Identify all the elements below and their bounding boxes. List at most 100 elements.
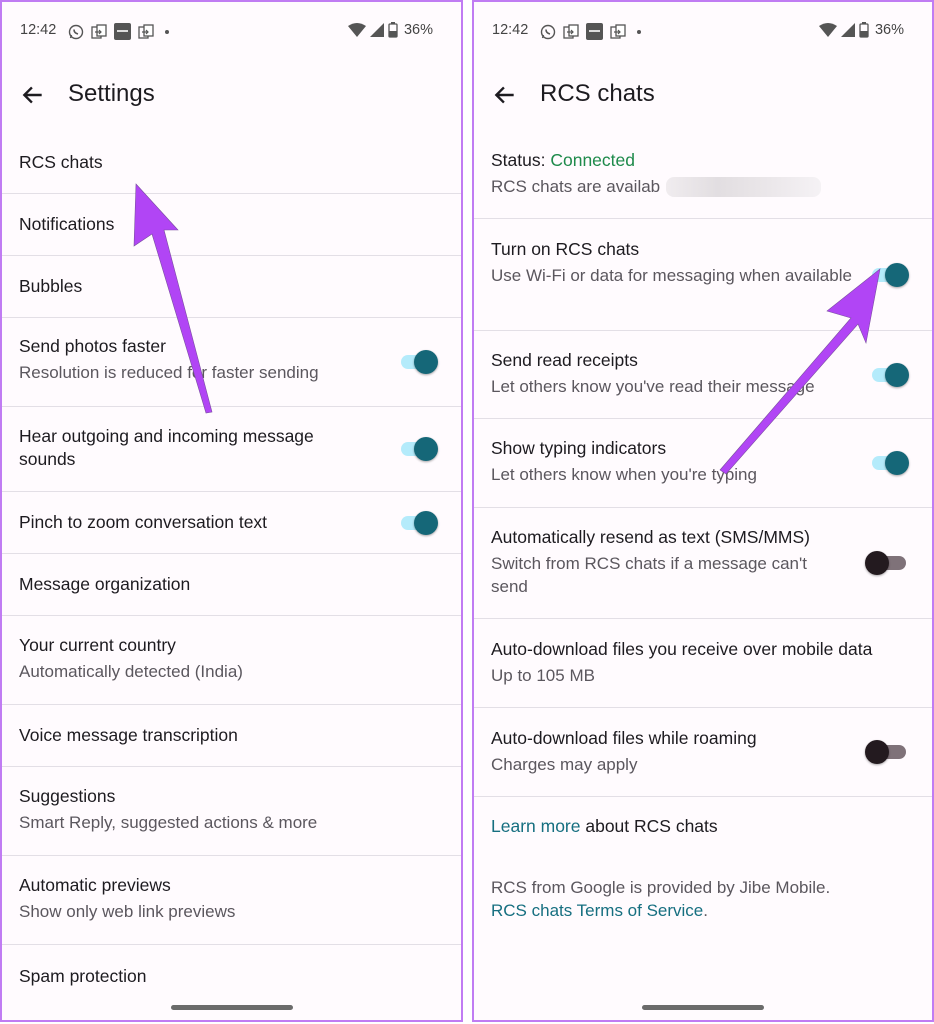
item-title: Notifications — [19, 214, 115, 234]
settings-list: RCS chats Notifications Bubbles Send pho… — [2, 132, 461, 1007]
item-subtitle: Smart Reply, suggested actions & more — [19, 813, 318, 832]
auto-resend-toggle[interactable] — [865, 551, 906, 575]
app-bar: Settings — [2, 72, 461, 118]
item-title: Automatically resend as text (SMS/MMS) — [491, 527, 810, 547]
paytm-icon — [586, 23, 603, 40]
rcs-item-auto-resend[interactable]: Automatically resend as text (SMS/MMS) S… — [474, 508, 932, 619]
page-title: RCS chats — [540, 80, 655, 107]
message-sounds-toggle[interactable] — [401, 437, 439, 461]
battery-percent: 36% — [403, 22, 433, 38]
rcs-item-auto-download-mobile[interactable]: Auto-download files you receive over mob… — [474, 619, 932, 708]
item-subtitle: Show only web link previews — [19, 902, 236, 921]
item-title: Show typing indicators — [491, 438, 667, 458]
back-arrow-icon[interactable] — [492, 82, 518, 108]
redacted-blur — [666, 177, 821, 197]
item-title: Your current country — [19, 635, 176, 655]
item-title: RCS chats — [19, 152, 103, 172]
cellular-signal-icon — [369, 23, 384, 37]
rcs-item-auto-download-roaming[interactable]: Auto-download files while roaming Charge… — [474, 708, 932, 797]
settings-item-current-country[interactable]: Your current country Automatically detec… — [2, 616, 461, 705]
paytm-icon — [114, 23, 131, 40]
whatsapp-icon — [540, 24, 556, 39]
footer-suffix: . — [703, 901, 708, 920]
item-title: Bubbles — [19, 276, 83, 296]
item-subtitle: Resolution is reduced for faster sending — [19, 363, 319, 382]
settings-item-rcs-chats[interactable]: RCS chats — [2, 132, 461, 194]
terms-of-service-link[interactable]: RCS chats Terms of Service — [491, 901, 703, 920]
app-bar: RCS chats — [474, 72, 932, 118]
dot-icon — [165, 29, 169, 34]
screen-mirror-icon — [138, 23, 154, 39]
settings-item-bubbles[interactable]: Bubbles — [2, 256, 461, 318]
rcs-settings-list: Status: Connected RCS chats are availab … — [474, 132, 932, 922]
settings-item-message-sounds[interactable]: Hear outgoing and incoming message sound… — [2, 407, 461, 492]
gesture-nav-handle[interactable] — [170, 1005, 293, 1010]
learn-more-link[interactable]: Learn more — [491, 816, 581, 836]
item-title: Message organization — [19, 574, 191, 594]
settings-item-send-photos-faster[interactable]: Send photos faster Resolution is reduced… — [2, 318, 461, 407]
learn-more-text: about RCS chats — [580, 816, 718, 836]
item-subtitle: Automatically detected (India) — [19, 662, 243, 681]
settings-item-suggestions[interactable]: Suggestions Smart Reply, suggested actio… — [2, 767, 461, 856]
settings-item-notifications[interactable]: Notifications — [2, 194, 461, 256]
status-value: Connected — [550, 150, 635, 170]
item-title: Voice message transcription — [19, 725, 238, 745]
rcs-status: Status: Connected RCS chats are availab — [474, 132, 932, 219]
gesture-nav-handle[interactable] — [642, 1005, 764, 1010]
status-bar: 12:42 36% — [474, 18, 932, 44]
item-title: Auto-download files you receive over mob… — [491, 639, 873, 659]
whatsapp-icon — [68, 24, 84, 39]
item-subtitle: Use Wi-Fi or data for messaging when ava… — [491, 266, 852, 285]
item-title: Turn on RCS chats — [491, 239, 640, 259]
item-title: Send photos faster — [19, 336, 166, 356]
status-subtitle: RCS chats are availab — [491, 177, 661, 196]
footer-text: RCS from Google is provided by Jibe Mobi… — [491, 878, 831, 897]
settings-item-message-organization[interactable]: Message organization — [2, 554, 461, 616]
battery-percent: 36% — [874, 22, 904, 38]
wifi-icon — [347, 23, 366, 37]
item-subtitle: Let others know when you're typing — [491, 465, 757, 484]
settings-item-pinch-to-zoom[interactable]: Pinch to zoom conversation text — [2, 492, 461, 554]
cellular-signal-icon — [840, 23, 855, 37]
status-label: Status: — [491, 150, 551, 170]
item-subtitle: Switch from RCS chats if a message can't… — [491, 554, 807, 596]
item-title: Send read receipts — [491, 350, 638, 370]
item-title: Hear outgoing and incoming message sound… — [19, 426, 314, 469]
send-photos-faster-toggle[interactable] — [401, 350, 439, 374]
auto-download-roaming-toggle[interactable] — [865, 740, 906, 764]
item-subtitle: Charges may apply — [491, 755, 638, 774]
settings-item-automatic-previews[interactable]: Automatic previews Show only web link pr… — [2, 856, 461, 945]
screen-mirror-icon — [563, 23, 579, 39]
settings-screen: 12:42 36% Settings RCS chats Notificatio… — [0, 0, 463, 1022]
status-time: 12:42 — [492, 22, 529, 38]
footer-info: RCS from Google is provided by Jibe Mobi… — [474, 838, 932, 922]
rcs-item-typing-indicators[interactable]: Show typing indicators Let others know w… — [474, 419, 932, 508]
settings-item-spam-protection[interactable]: Spam protection — [2, 945, 461, 1007]
status-time: 12:42 — [20, 22, 57, 38]
item-subtitle: Up to 105 MB — [491, 666, 595, 685]
back-arrow-icon[interactable] — [20, 82, 46, 108]
screen-mirror-icon — [91, 23, 107, 39]
read-receipts-toggle[interactable] — [872, 362, 910, 387]
settings-item-voice-transcription[interactable]: Voice message transcription — [2, 705, 461, 767]
typing-indicators-toggle[interactable] — [872, 451, 910, 475]
page-title: Settings — [68, 80, 155, 107]
rcs-chats-screen: 12:42 36% RCS chats Status: Connected RC… — [472, 0, 934, 1022]
battery-icon — [388, 22, 398, 38]
item-title: Spam protection — [19, 965, 147, 986]
item-subtitle: Let others know you've read their messag… — [491, 377, 815, 396]
dot-icon — [637, 29, 641, 34]
pinch-to-zoom-toggle[interactable] — [401, 510, 439, 535]
item-title: Suggestions — [19, 786, 116, 806]
rcs-item-turn-on[interactable]: Turn on RCS chats Use Wi-Fi or data for … — [474, 219, 932, 331]
item-title: Automatic previews — [19, 875, 171, 895]
battery-icon — [859, 22, 869, 38]
learn-more-line: Learn more about RCS chats — [474, 797, 932, 838]
status-bar: 12:42 36% — [2, 18, 461, 44]
item-title: Pinch to zoom conversation text — [19, 512, 268, 532]
item-title: Auto-download files while roaming — [491, 728, 757, 748]
turn-on-rcs-toggle[interactable] — [872, 262, 910, 287]
rcs-item-read-receipts[interactable]: Send read receipts Let others know you'v… — [474, 331, 932, 419]
wifi-icon — [818, 23, 837, 37]
screen-mirror-icon — [610, 23, 626, 39]
